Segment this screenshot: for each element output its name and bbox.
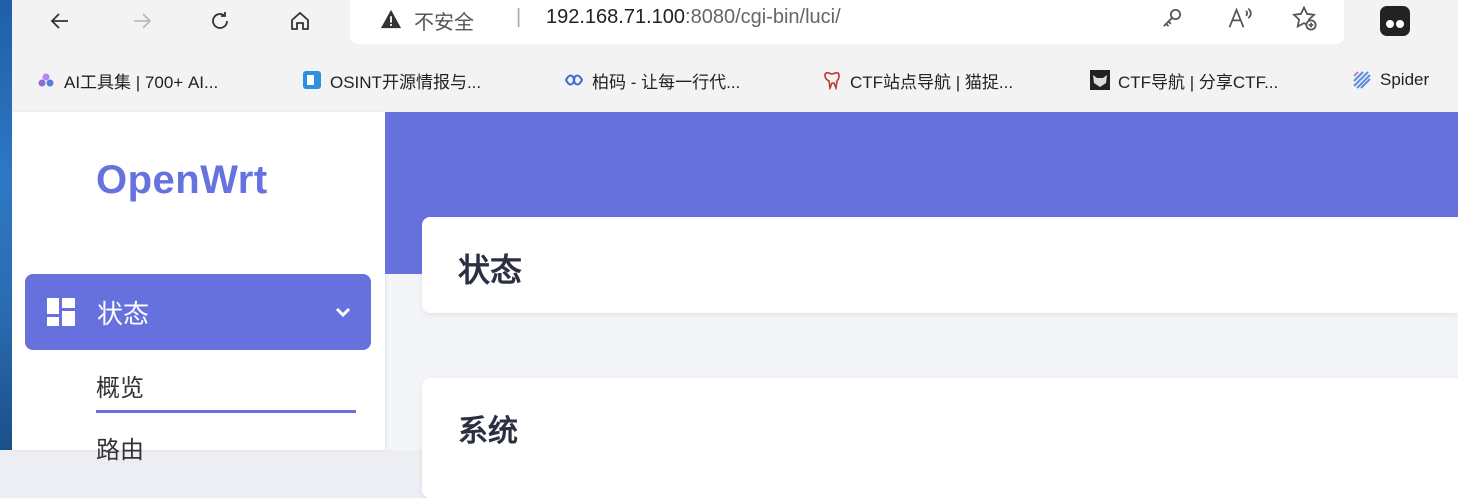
favorite-add-icon[interactable] (1290, 4, 1318, 32)
bookmark-item[interactable]: CTF站点导航 | 猫捉... (822, 66, 1013, 94)
sidebar-item-status[interactable]: 状态 (25, 274, 371, 350)
sidebar-subitem-overview[interactable]: 概览 (96, 368, 144, 403)
read-aloud-icon[interactable] (1226, 4, 1254, 32)
bookmark-item[interactable]: AI工具集 | 700+ AI... (36, 66, 218, 94)
sidebar: OpenWrt 状态 概览 路由 (12, 112, 385, 464)
page-title: 状态 (458, 252, 523, 288)
ctf-mask-icon (1090, 70, 1110, 90)
bookmark-label: 柏码 - 让每一行代... (592, 72, 741, 92)
bookmark-label: OSINT开源情报与... (330, 72, 482, 92)
page-title-card: 状态 (422, 217, 1458, 313)
bookmark-item[interactable]: OSINT开源情报与... (302, 66, 481, 94)
openwrt-logo[interactable]: OpenWrt (96, 158, 268, 203)
security-label[interactable]: 不安全 (414, 6, 474, 35)
browser-toolbar: 不安全 | 192.168.71.100:8080/cgi-bin/luci/ (12, 0, 1458, 48)
luci-page: OpenWrt 状态 概览 路由 状态 系统 (12, 112, 1458, 498)
bookmark-label: Spider (1380, 70, 1430, 89)
bookmark-label: CTF导航 | 分享CTF... (1118, 72, 1279, 92)
baima-icon (564, 74, 584, 86)
ai-tools-icon (38, 73, 54, 87)
bookmark-label: CTF站点导航 | 猫捉... (850, 72, 1014, 92)
url-path: :8080/cgi-bin/luci/ (685, 6, 841, 28)
spider-icon (1353, 71, 1371, 89)
address-separator: | (516, 6, 522, 28)
key-icon[interactable] (1158, 4, 1186, 32)
osint-icon (303, 71, 321, 89)
forward-icon[interactable] (124, 4, 160, 38)
sidebar-item-label: 状态 (97, 299, 150, 329)
sidebar-subitem-routes[interactable]: 路由 (96, 430, 144, 465)
back-icon[interactable] (42, 4, 78, 38)
tooth-icon (824, 71, 840, 90)
bookmark-label: AI工具集 | 700+ AI... (64, 72, 219, 92)
bookmarks-bar: AI工具集 | 700+ AI... OSINT开源情报与... 柏码 - 让每… (12, 48, 1458, 112)
desktop-background (0, 0, 12, 450)
system-section-card: 系统 (422, 378, 1458, 498)
active-subitem-indicator (96, 410, 356, 413)
main-content: 状态 系统 (385, 112, 1458, 498)
bookmark-item[interactable]: CTF导航 | 分享CTF... (1090, 66, 1278, 94)
url-host: 192.168.71.100 (546, 6, 686, 28)
dashboard-icon (47, 298, 75, 326)
section-title: 系统 (458, 415, 518, 448)
url-text[interactable]: 192.168.71.100:8080/cgi-bin/luci/ (546, 6, 841, 29)
bookmark-item[interactable]: Spider (1352, 66, 1429, 94)
bookmark-item[interactable]: 柏码 - 让每一行代... (564, 66, 740, 94)
extension-icon[interactable] (1380, 6, 1410, 36)
chevron-down-icon (335, 307, 351, 318)
warning-icon[interactable] (380, 8, 402, 30)
home-icon[interactable] (282, 4, 318, 38)
address-bar[interactable]: 不安全 | 192.168.71.100:8080/cgi-bin/luci/ (350, 0, 1344, 44)
reload-icon[interactable] (202, 4, 238, 38)
